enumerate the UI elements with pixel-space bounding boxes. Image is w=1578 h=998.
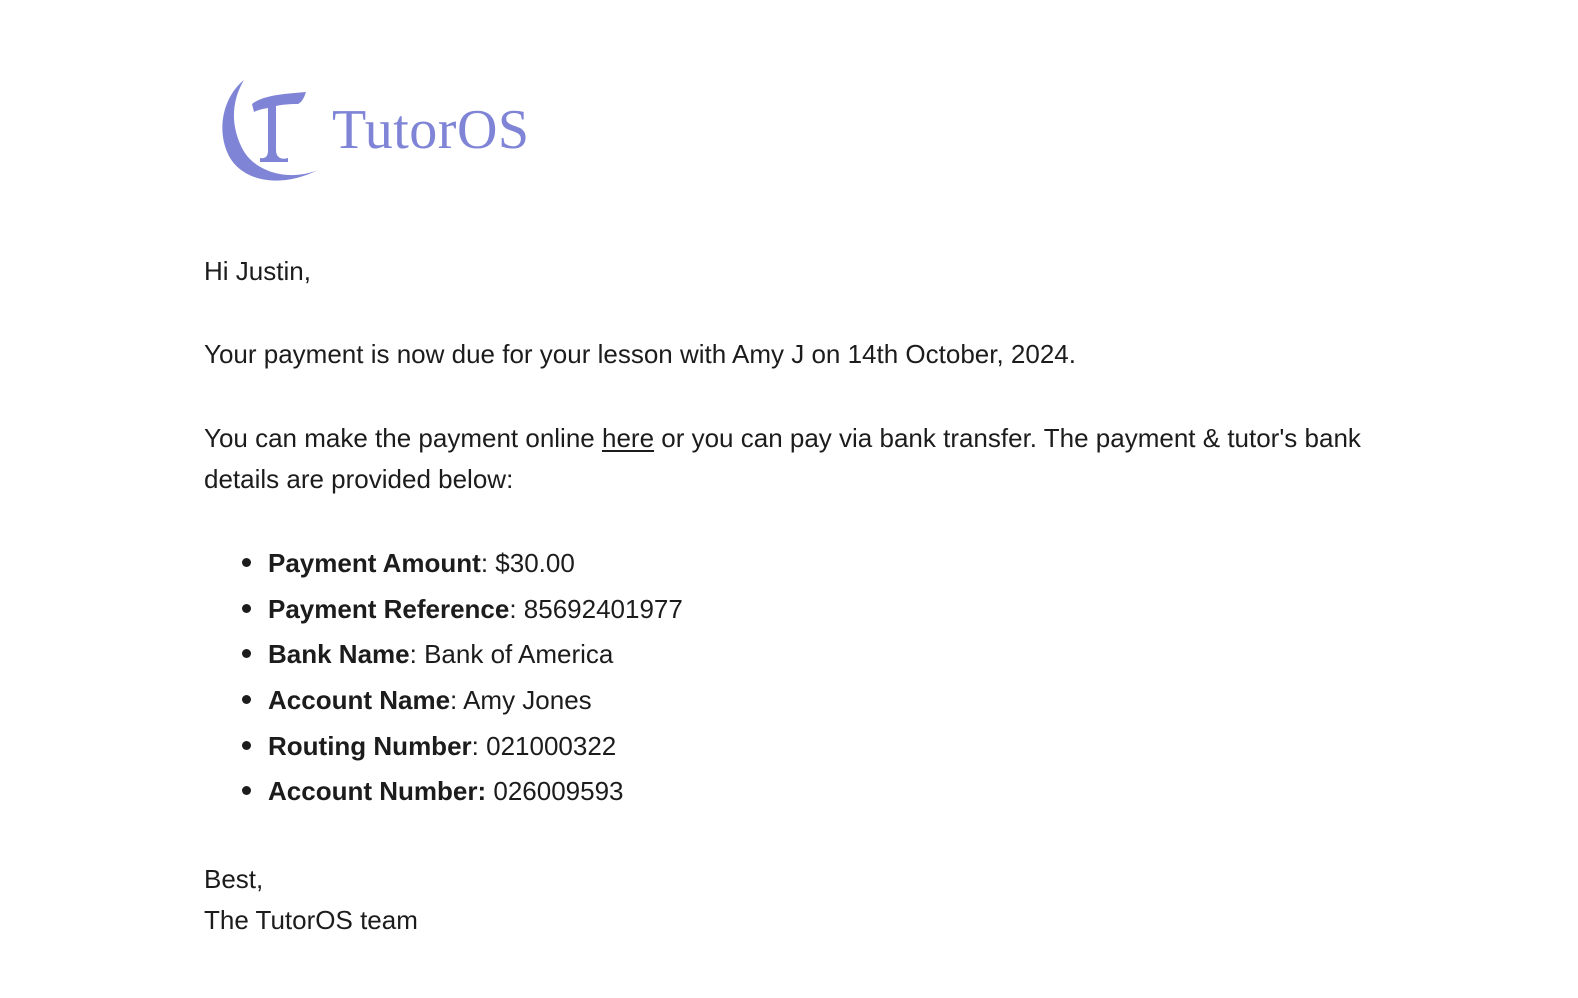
- detail-separator: :: [509, 593, 524, 624]
- detail-value: 026009593: [493, 776, 624, 807]
- bullet: [242, 786, 251, 796]
- detail-label: Routing Number: [268, 730, 472, 761]
- bullet: [242, 558, 251, 567]
- tutoros-logo: TutorOS: [218, 78, 530, 186]
- detail-value: 85692401977: [523, 593, 683, 624]
- bullet: [242, 695, 251, 705]
- list-item: Payment Reference: 85692401977: [204, 589, 683, 635]
- detail-value: Bank of America: [424, 639, 614, 670]
- greeting: Hi Justin,: [204, 256, 311, 286]
- list-item: Payment Amount: $30.00: [204, 543, 683, 589]
- payment-options-text: You can make the payment online here or …: [204, 418, 1404, 500]
- tutoros-crescent-t-logo-icon: [222, 80, 318, 181]
- detail-value: Amy Jones: [463, 685, 592, 716]
- list-item: Routing Number: 021000322: [204, 726, 683, 772]
- detail-separator: :: [409, 639, 425, 670]
- detail-separator: :: [480, 548, 496, 578]
- list-item: Bank Name: Bank of America: [204, 634, 683, 680]
- team-signature: The TutorOS team: [204, 905, 418, 935]
- list-item: Account Name: Amy Jones: [204, 680, 683, 726]
- detail-label: Payment Amount: [268, 548, 481, 578]
- list-item: Account Number: 026009593: [204, 771, 683, 817]
- brand-name: TutorOS: [332, 99, 530, 161]
- detail-value: $30.00: [495, 548, 575, 578]
- detail-separator: :: [471, 730, 487, 761]
- payment-due-text: Your payment is now due for your lesson …: [204, 339, 1076, 369]
- signoff: Best,: [204, 864, 264, 894]
- bullet: [242, 740, 251, 750]
- bullet: [242, 649, 251, 659]
- detail-separator: :: [450, 685, 464, 716]
- detail-value: 021000322: [486, 730, 617, 761]
- detail-label: Bank Name: [268, 639, 410, 670]
- pay-text-before-link: You can make the payment online: [204, 423, 602, 453]
- pay-online-link[interactable]: here: [602, 423, 654, 453]
- detail-label: Account Number:: [268, 776, 487, 807]
- detail-label: Account Name: [268, 685, 451, 716]
- payment-details-list: Payment Amount: $30.00 Payment Reference…: [204, 543, 683, 817]
- bullet: [242, 603, 251, 613]
- detail-label: Payment Reference: [268, 593, 510, 624]
